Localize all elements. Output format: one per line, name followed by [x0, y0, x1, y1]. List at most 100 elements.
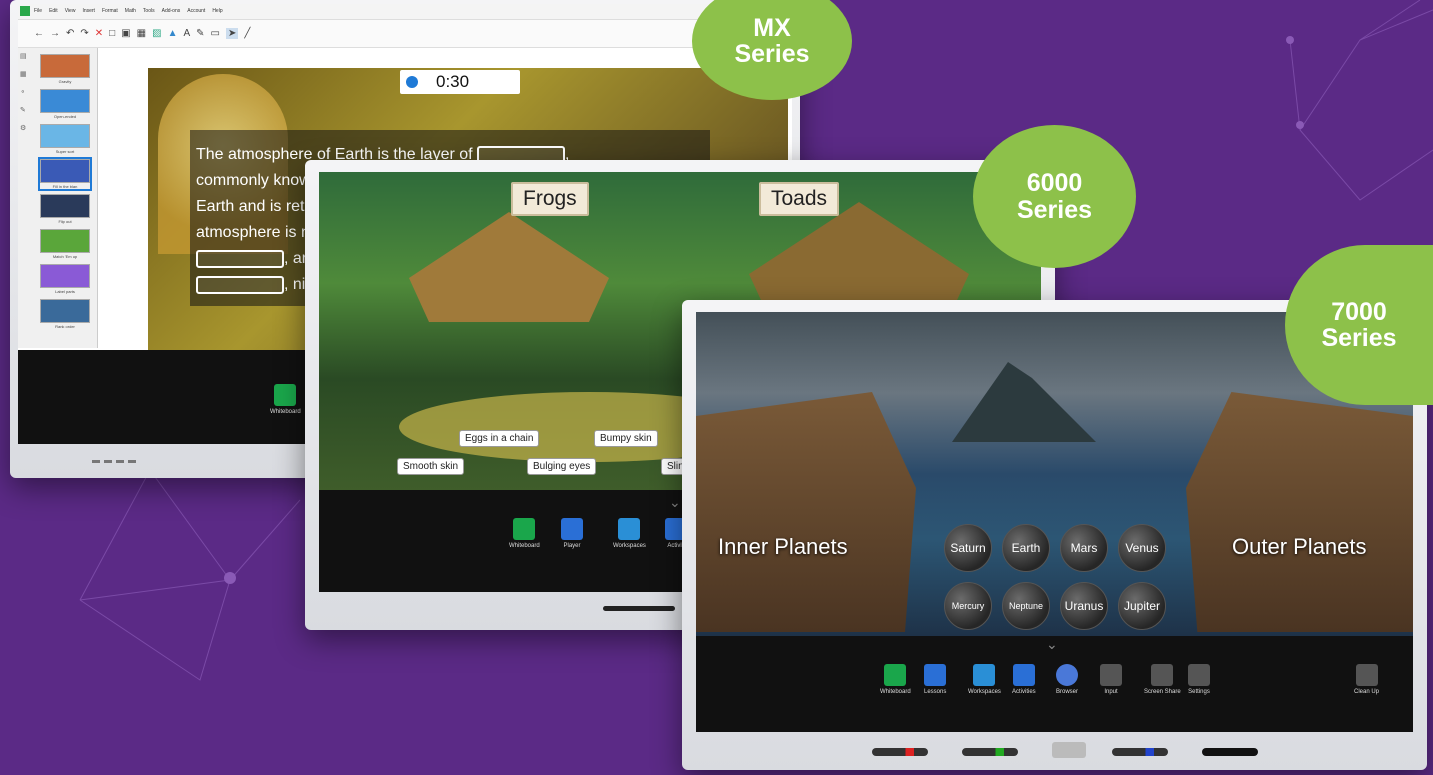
dock-whiteboard[interactable]: Whiteboard: [270, 384, 301, 415]
answer-label[interactable]: Bulging eyes: [527, 458, 597, 475]
thumbnail-image: [40, 159, 90, 183]
dock-browser[interactable]: Browser: [1056, 664, 1078, 695]
eraser-icon[interactable]: ▭: [211, 28, 220, 39]
workspaces-icon: [973, 664, 996, 686]
menu-item[interactable]: Add-ons: [162, 8, 181, 14]
pen-black[interactable]: [1202, 748, 1258, 756]
page-thumbnail[interactable]: Label parts: [40, 264, 90, 294]
cloze-blank[interactable]: [196, 249, 284, 268]
page-thumbnail[interactable]: Flip out: [40, 194, 90, 224]
thumbnail-label: Match 'Em up: [52, 254, 78, 259]
timer-widget[interactable]: 0:30: [400, 70, 520, 94]
thumbnail-image: [40, 229, 90, 253]
copy-icon[interactable]: □: [109, 28, 115, 39]
text-icon[interactable]: A: [183, 28, 190, 39]
planet-neptune[interactable]: Neptune: [1002, 582, 1050, 630]
planet-earth[interactable]: Earth: [1002, 524, 1050, 572]
planet-venus[interactable]: Venus: [1118, 524, 1166, 572]
whiteboard-icon: [274, 384, 297, 406]
dock-label: Settings: [1188, 689, 1210, 695]
menu-item[interactable]: Format: [102, 8, 118, 14]
menu-item[interactable]: Tools: [143, 8, 155, 14]
dock-label: Lessons: [924, 689, 947, 695]
dock-screen-share[interactable]: Screen Share: [1144, 664, 1181, 695]
page-sorter-tab-icon[interactable]: ▤: [20, 52, 34, 60]
undo-icon[interactable]: ↶: [66, 28, 74, 39]
badge-7000-series: 7000 Series: [1285, 245, 1433, 405]
answer-label[interactable]: Smooth skin: [397, 458, 465, 475]
lessons-icon: [924, 664, 947, 686]
play-icon[interactable]: [406, 76, 418, 88]
thumbnail-label: Open-ended: [53, 114, 77, 119]
dock-activities[interactable]: Activities: [1012, 664, 1036, 695]
page-icon[interactable]: ▣: [121, 28, 130, 39]
cloze-blank[interactable]: [196, 275, 284, 294]
dock-workspaces[interactable]: Workspaces: [968, 664, 1001, 695]
menu-item[interactable]: Account: [187, 8, 205, 14]
page-thumbnail[interactable]: Gravity: [40, 54, 90, 84]
menu-item[interactable]: Insert: [82, 8, 95, 14]
planet-saturn[interactable]: Saturn: [944, 524, 992, 572]
chevron-down-icon[interactable]: ⌄: [1046, 636, 1058, 653]
forward-icon[interactable]: →: [50, 28, 60, 39]
planet-jupiter[interactable]: Jupiter: [1118, 582, 1166, 630]
pen-blue[interactable]: [1112, 748, 1168, 756]
pen-red[interactable]: [872, 748, 928, 756]
timer-settings-icon[interactable]: [504, 76, 516, 88]
attachments-tab-icon[interactable]: ⚬: [20, 88, 34, 96]
page-thumbnail[interactable]: Super sort: [40, 124, 90, 154]
page-thumbnail[interactable]: Match 'Em up: [40, 229, 90, 259]
line-icon[interactable]: ╱: [244, 28, 250, 39]
dock-lessons[interactable]: Lessons: [924, 664, 946, 695]
page-thumbnail[interactable]: Open-ended: [40, 89, 90, 119]
addons-tab-icon[interactable]: ⚙: [20, 124, 34, 132]
thumbnail-label: Label parts: [55, 289, 75, 294]
planet-mercury[interactable]: Mercury: [944, 582, 992, 630]
select-icon[interactable]: ➤: [226, 28, 239, 39]
page-thumbnail[interactable]: Rank order: [40, 299, 90, 329]
menu-item[interactable]: View: [65, 8, 76, 14]
cleanup-button[interactable]: Clean Up: [1354, 664, 1379, 695]
shape-icon[interactable]: ▲: [168, 28, 178, 39]
cleanup-label: Clean Up: [1354, 689, 1380, 695]
thumbnail-label: Gravity: [58, 79, 72, 84]
properties-tab-icon[interactable]: ✎: [20, 106, 34, 114]
pen-icon[interactable]: ✎: [196, 28, 204, 39]
chevron-down-icon[interactable]: ⌄: [669, 494, 681, 511]
menu-item[interactable]: Help: [212, 8, 222, 14]
whiteboard-icon: [513, 518, 536, 540]
planet-uranus[interactable]: Uranus: [1060, 582, 1108, 630]
dock-label: Screen Share: [1144, 689, 1181, 695]
dock-label: Player: [563, 543, 581, 549]
answer-label[interactable]: Eggs in a chain: [459, 430, 540, 447]
dock-whiteboard[interactable]: Whiteboard: [509, 518, 540, 549]
app-icon: [20, 6, 30, 16]
page-thumbnail[interactable]: Fill in the blan: [38, 157, 92, 191]
eraser[interactable]: [1052, 742, 1086, 758]
redo-icon[interactable]: ↷: [80, 28, 88, 39]
menu-item[interactable]: Math: [125, 8, 136, 14]
back-icon[interactable]: ←: [34, 28, 44, 39]
stylus: [603, 606, 675, 611]
menu-item[interactable]: File: [34, 8, 42, 14]
dock-input[interactable]: Input: [1100, 664, 1122, 695]
mx-menubar: File Edit View Insert Format Math Tools Add-ons…: [18, 4, 792, 20]
dock-lessons[interactable]: Player: [561, 518, 583, 549]
thumbnail-image: [40, 264, 90, 288]
group-outer-planets: Outer Planets: [1232, 534, 1367, 559]
menu-item[interactable]: Edit: [49, 8, 58, 14]
thumbnail-label: Rank order: [55, 324, 75, 329]
dock-gear[interactable]: Settings: [1188, 664, 1210, 695]
workspaces-icon: [618, 518, 641, 540]
planet-mars[interactable]: Mars: [1060, 524, 1108, 572]
pen-green[interactable]: [962, 748, 1018, 756]
image-icon[interactable]: ▨: [152, 28, 161, 39]
answer-label[interactable]: Bumpy skin: [594, 430, 658, 447]
dock-whiteboard[interactable]: Whiteboard: [880, 664, 911, 695]
gallery-tab-icon[interactable]: ▦: [20, 70, 34, 78]
dock-label: Whiteboard: [270, 409, 301, 415]
dock-workspaces[interactable]: Workspaces: [613, 518, 646, 549]
table-icon[interactable]: ▦: [137, 28, 146, 39]
delete-icon[interactable]: ✕: [95, 28, 103, 39]
page-sorter: ▤ ▦ ⚬ ✎ ⚙ Gravity Open-ended Super sort Fil…: [18, 48, 98, 348]
